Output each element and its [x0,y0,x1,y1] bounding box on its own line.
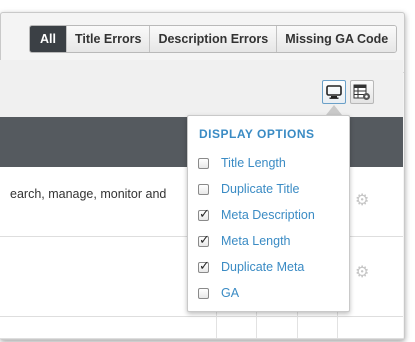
option-label: Duplicate Meta [221,260,305,274]
display-options-button[interactable] [322,80,346,104]
option-ga[interactable]: GA [198,284,239,302]
monitor-icon [326,85,342,99]
ga-checkbox[interactable] [198,287,209,299]
display-options-dropdown: DISPLAY OPTIONS Title Length Duplicate T… [187,115,350,312]
option-duplicate-meta[interactable]: Duplicate Meta [198,258,304,276]
option-label: Meta Description [221,208,315,222]
filter-button-group: All Title Errors Description Errors Miss… [29,25,398,53]
dropdown-caret [326,105,342,115]
option-title-length[interactable]: Title Length [198,154,286,172]
duplicate-title-checkbox[interactable] [198,183,209,195]
meta-description-checkbox[interactable] [198,207,210,222]
column-settings-button[interactable] [350,80,374,104]
filter-title-errors-button[interactable]: Title Errors [65,26,150,52]
option-meta-length[interactable]: Meta Length [198,232,291,250]
screenshot-frame: All Title Errors Description Errors Miss… [0,0,415,342]
row-settings-gear-icon[interactable]: ⚙ [355,265,371,281]
filter-all-button[interactable]: All [30,26,66,52]
option-label: GA [221,286,240,300]
option-duplicate-title[interactable]: Duplicate Title [198,180,300,198]
option-label: Title Length [221,156,286,170]
option-label: Duplicate Title [221,182,300,196]
table-row [0,317,403,339]
duplicate-meta-checkbox[interactable] [198,259,210,274]
option-label: Meta Length [221,234,291,248]
filter-description-errors-button[interactable]: Description Errors [149,26,277,52]
meta-length-checkbox[interactable] [198,233,210,248]
display-options-title: DISPLAY OPTIONS [199,127,315,141]
row-settings-gear-icon[interactable]: ⚙ [355,193,371,209]
filter-missing-ga-button[interactable]: Missing GA Code [276,26,397,52]
option-meta-description[interactable]: Meta Description [198,206,315,224]
title-length-checkbox[interactable] [198,157,209,169]
table-settings-icon [353,84,370,100]
row-description-text: earch, manage, monitor and [10,187,167,201]
